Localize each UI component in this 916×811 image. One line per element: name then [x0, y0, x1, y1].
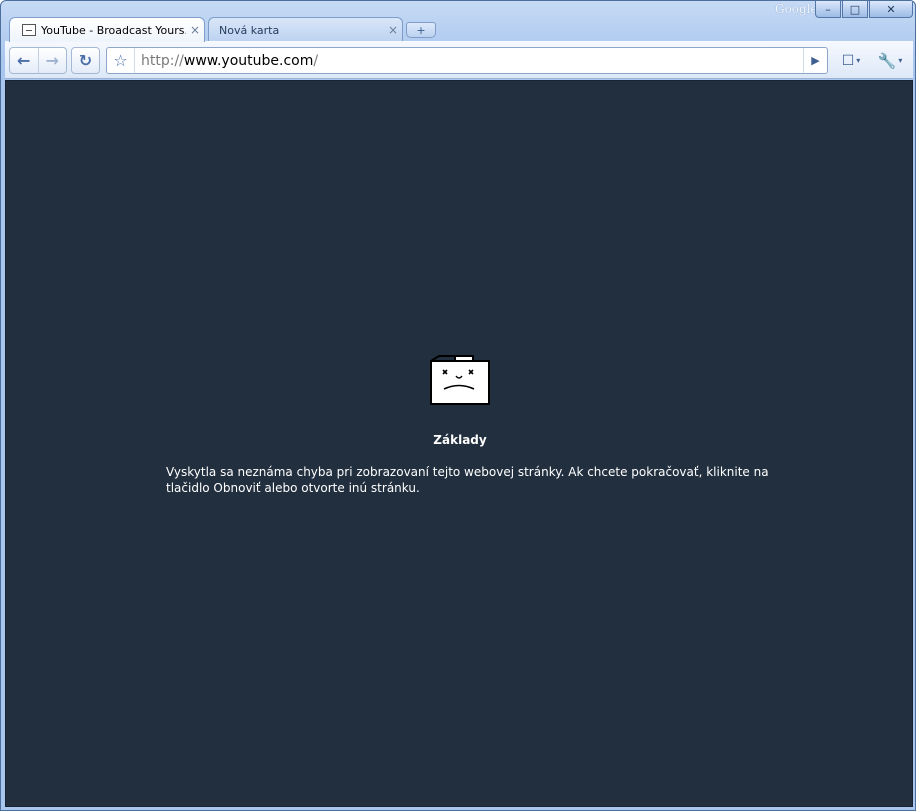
url-text[interactable]: http://www.youtube.com/ — [135, 53, 803, 69]
google-brand: Google — [775, 2, 818, 16]
error-message: Vyskytla sa neznáma chyba pri zobrazovan… — [166, 465, 769, 495]
page-content: Základy Vyskytla sa neznáma chyba pri zo… — [5, 80, 913, 807]
tab-nova-karta[interactable]: Nová karta × — [208, 17, 403, 42]
back-button[interactable]: ← — [10, 48, 39, 73]
wrench-icon: 🔧 — [877, 51, 897, 70]
tab-close-icon[interactable]: × — [186, 23, 204, 37]
tab-youtube[interactable]: YouTube - Broadcast Yours... × — [9, 17, 205, 42]
toolbar: ← → ↻ ☆ http://www.youtube.com/ ▶ ☐ ▾ 🔧 … — [5, 41, 913, 79]
minimize-button[interactable]: – — [815, 1, 841, 18]
chevron-down-icon: ▾ — [856, 56, 861, 65]
bookmark-star-icon[interactable]: ☆ — [107, 48, 135, 73]
wrench-menu-button[interactable]: 🔧 ▾ — [873, 47, 907, 74]
chevron-down-icon: ▾ — [898, 56, 903, 65]
nav-buttons: ← → — [9, 47, 67, 74]
tab-title: YouTube - Broadcast Yours... — [41, 23, 186, 37]
close-window-button[interactable]: ✕ — [869, 1, 913, 18]
sad-folder-icon — [429, 354, 491, 406]
url-scheme: http:// — [141, 52, 184, 69]
maximize-button[interactable]: □ — [842, 1, 868, 18]
forward-button[interactable]: → — [39, 48, 67, 73]
page-menu-button[interactable]: ☐ ▾ — [835, 47, 867, 74]
browser-window: Google – □ ✕ YouTube - Broadcast Yours..… — [0, 0, 916, 811]
go-button[interactable]: ▶ — [803, 48, 827, 73]
sad-page-favicon-icon — [22, 24, 36, 36]
reload-button[interactable]: ↻ — [71, 47, 100, 74]
tab-title: Nová karta — [219, 23, 280, 37]
page-icon: ☐ — [841, 52, 855, 69]
address-bar[interactable]: ☆ http://www.youtube.com/ ▶ — [106, 47, 828, 74]
tab-close-icon[interactable]: × — [384, 23, 402, 37]
url-host: www.youtube.com — [183, 52, 314, 69]
window-controls: – □ ✕ — [814, 1, 913, 18]
new-tab-button[interactable]: + — [406, 22, 436, 38]
error-title: Základy — [433, 433, 487, 447]
url-path: / — [313, 52, 319, 69]
